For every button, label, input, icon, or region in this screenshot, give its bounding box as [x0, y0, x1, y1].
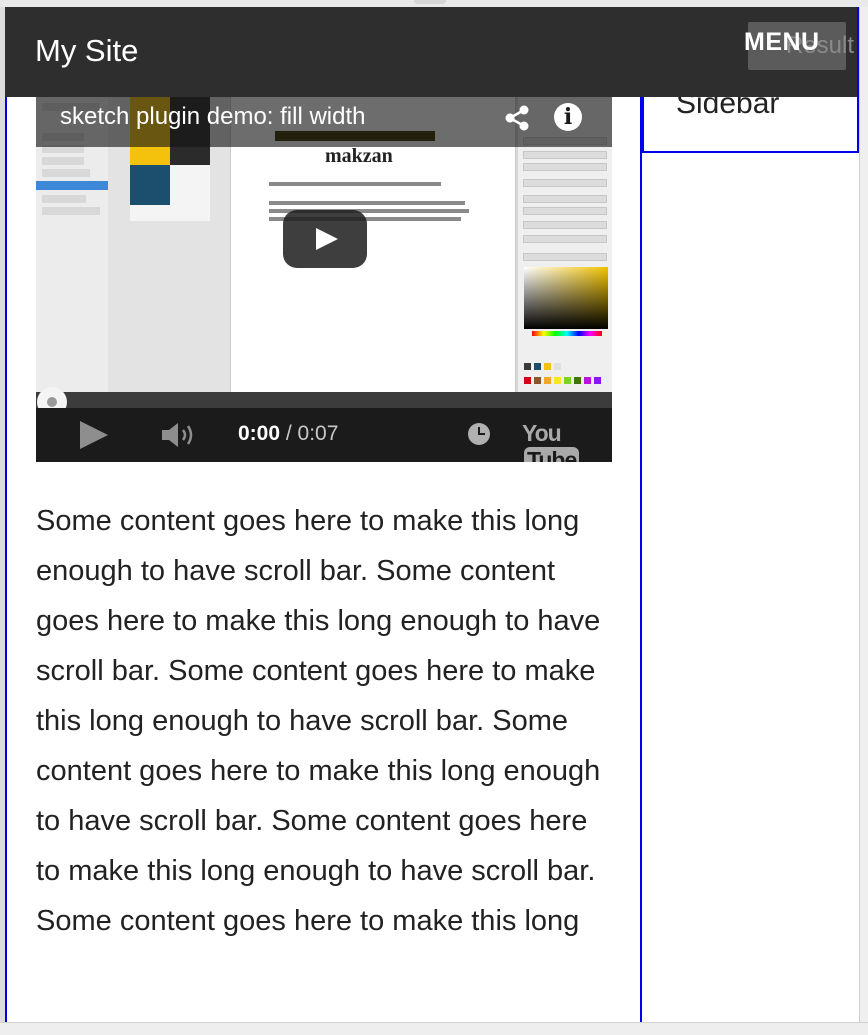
volume-icon[interactable]	[160, 420, 200, 450]
main-content-text: Some content goes here to make this long…	[36, 505, 601, 937]
video-title-bar: sketch plugin demo: fill width i	[36, 97, 612, 147]
time-duration: 0:07	[297, 422, 339, 445]
frame-notch	[414, 0, 446, 4]
watch-later-icon[interactable]	[468, 423, 490, 445]
video-controls: 0:00 / 0:07 YouTube	[36, 408, 612, 462]
scrollbar-track[interactable]	[859, 7, 868, 1034]
play-icon[interactable]	[80, 421, 108, 449]
info-icon[interactable]: i	[554, 103, 582, 131]
youtube-logo[interactable]: YouTube	[522, 420, 612, 462]
site-header: My Site	[5, 7, 857, 97]
youtube-logo-tube: Tube	[524, 447, 580, 462]
menu-button[interactable]: MENU	[744, 28, 820, 57]
thumbnail-heading: makzan	[325, 145, 393, 167]
video-player[interactable]: makzan sketch plugin demo: fill width i …	[36, 97, 612, 462]
site-title[interactable]: My Site	[35, 33, 138, 69]
time-separator: /	[280, 422, 298, 445]
time-display: 0:00 / 0:07	[238, 422, 338, 446]
play-overlay-button[interactable]	[283, 210, 367, 268]
progress-bar[interactable]	[36, 392, 612, 408]
video-title[interactable]: sketch plugin demo: fill width	[60, 103, 365, 131]
time-current: 0:00	[238, 422, 281, 445]
share-icon[interactable]	[502, 103, 532, 133]
youtube-logo-you: You	[522, 420, 562, 446]
frame-bottom-edge	[0, 1022, 868, 1035]
